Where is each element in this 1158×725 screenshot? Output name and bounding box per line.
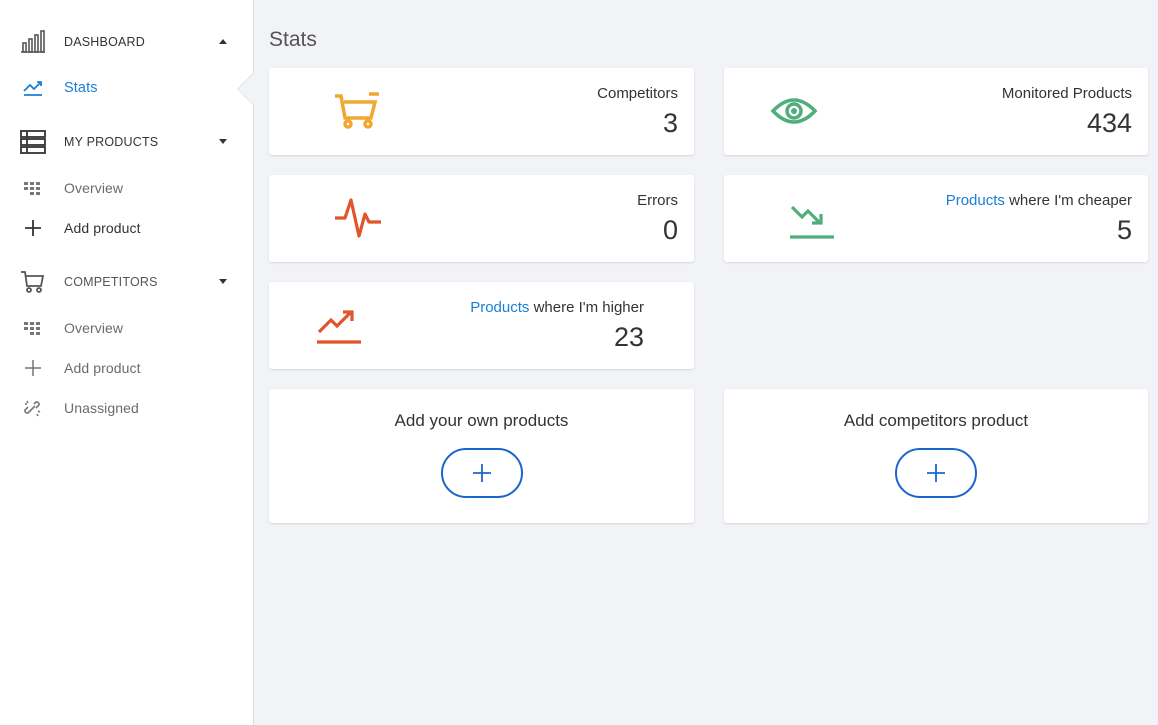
caret-down-icon [219, 279, 227, 284]
cart-icon [333, 90, 381, 130]
stat-card-monitored-products: Monitored Products 434 [724, 68, 1148, 155]
sidebar-item-my-products-overview[interactable]: Overview [0, 168, 253, 208]
list-icon [20, 129, 46, 155]
sidebar-section-label: MY PRODUCTS [64, 135, 159, 149]
eye-icon [770, 92, 818, 130]
sidebar-item-label: Add product [64, 220, 141, 236]
stat-value: 0 [662, 215, 678, 245]
plus-icon [472, 464, 491, 482]
sidebar-section-label: COMPETITORS [64, 275, 158, 289]
card-heading: Add competitors product [843, 411, 1029, 430]
products-link[interactable]: Products [946, 192, 1005, 209]
stat-card-competitors: Competitors 3 [269, 68, 694, 155]
plus-icon [20, 215, 46, 241]
sidebar-section-my-products[interactable]: MY PRODUCTS [0, 122, 253, 162]
grid-dots-icon [20, 315, 46, 341]
sidebar-item-label: Overview [64, 180, 124, 196]
stat-card-higher: Products where I'm higher 23 [269, 282, 694, 369]
stat-value: 434 [1086, 108, 1132, 138]
trend-up-icon [20, 75, 46, 101]
bar-chart-icon [20, 29, 46, 55]
add-own-products-card: Add your own products [269, 389, 694, 523]
stat-title: Errors [637, 192, 678, 209]
stat-value: 5 [1116, 215, 1132, 245]
trend-down-icon [788, 201, 836, 241]
sidebar-section-dashboard[interactable]: DASHBOARD [0, 22, 253, 62]
stat-card-errors: Errors 0 [269, 175, 694, 262]
sidebar-item-label: Add product [64, 360, 141, 376]
plus-icon [20, 355, 46, 381]
caret-up-icon [219, 39, 227, 44]
sidebar-item-label: Stats [64, 80, 98, 96]
sidebar-item-competitors-overview[interactable]: Overview [0, 308, 253, 348]
caret-down-icon [219, 139, 227, 144]
sidebar-item-competitors-add[interactable]: Add product [0, 348, 253, 388]
stat-title: Competitors [597, 85, 678, 102]
stat-card-cheaper: Products where I'm cheaper 5 [724, 175, 1148, 262]
stat-value: 3 [662, 108, 678, 138]
sidebar: DASHBOARD Stats MY PRODUCTS Overview Add… [0, 0, 254, 725]
sidebar-item-my-products-add[interactable]: Add product [0, 208, 253, 248]
stat-title: Products where I'm higher [470, 299, 644, 316]
stat-title: Monitored Products [1001, 85, 1132, 102]
page-title: Stats [269, 28, 317, 51]
stat-value: 23 [613, 322, 644, 352]
sidebar-item-label: Unassigned [64, 400, 139, 416]
plus-icon [927, 464, 945, 482]
grid-dots-icon [20, 175, 46, 201]
add-competitors-product-card: Add competitors product [724, 389, 1148, 523]
sidebar-section-label: DASHBOARD [64, 35, 145, 49]
products-link[interactable]: Products [470, 299, 529, 316]
add-own-product-button[interactable] [440, 448, 523, 498]
stat-title-suffix: where I'm cheaper [1004, 192, 1132, 209]
trend-up-icon [315, 306, 363, 346]
cart-icon [20, 269, 46, 295]
sidebar-item-unassigned[interactable]: Unassigned [0, 388, 253, 428]
stat-title-suffix: where I'm higher [529, 299, 644, 316]
sidebar-item-label: Overview [64, 320, 124, 336]
sidebar-section-competitors[interactable]: COMPETITORS [0, 262, 253, 302]
card-heading: Add your own products [394, 411, 569, 430]
pulse-icon [333, 194, 383, 240]
stat-title: Products where I'm cheaper [946, 192, 1132, 209]
add-competitor-product-button[interactable] [895, 448, 977, 498]
sidebar-item-stats[interactable]: Stats [0, 68, 253, 108]
unlink-icon [20, 395, 46, 421]
active-indicator [238, 73, 254, 105]
